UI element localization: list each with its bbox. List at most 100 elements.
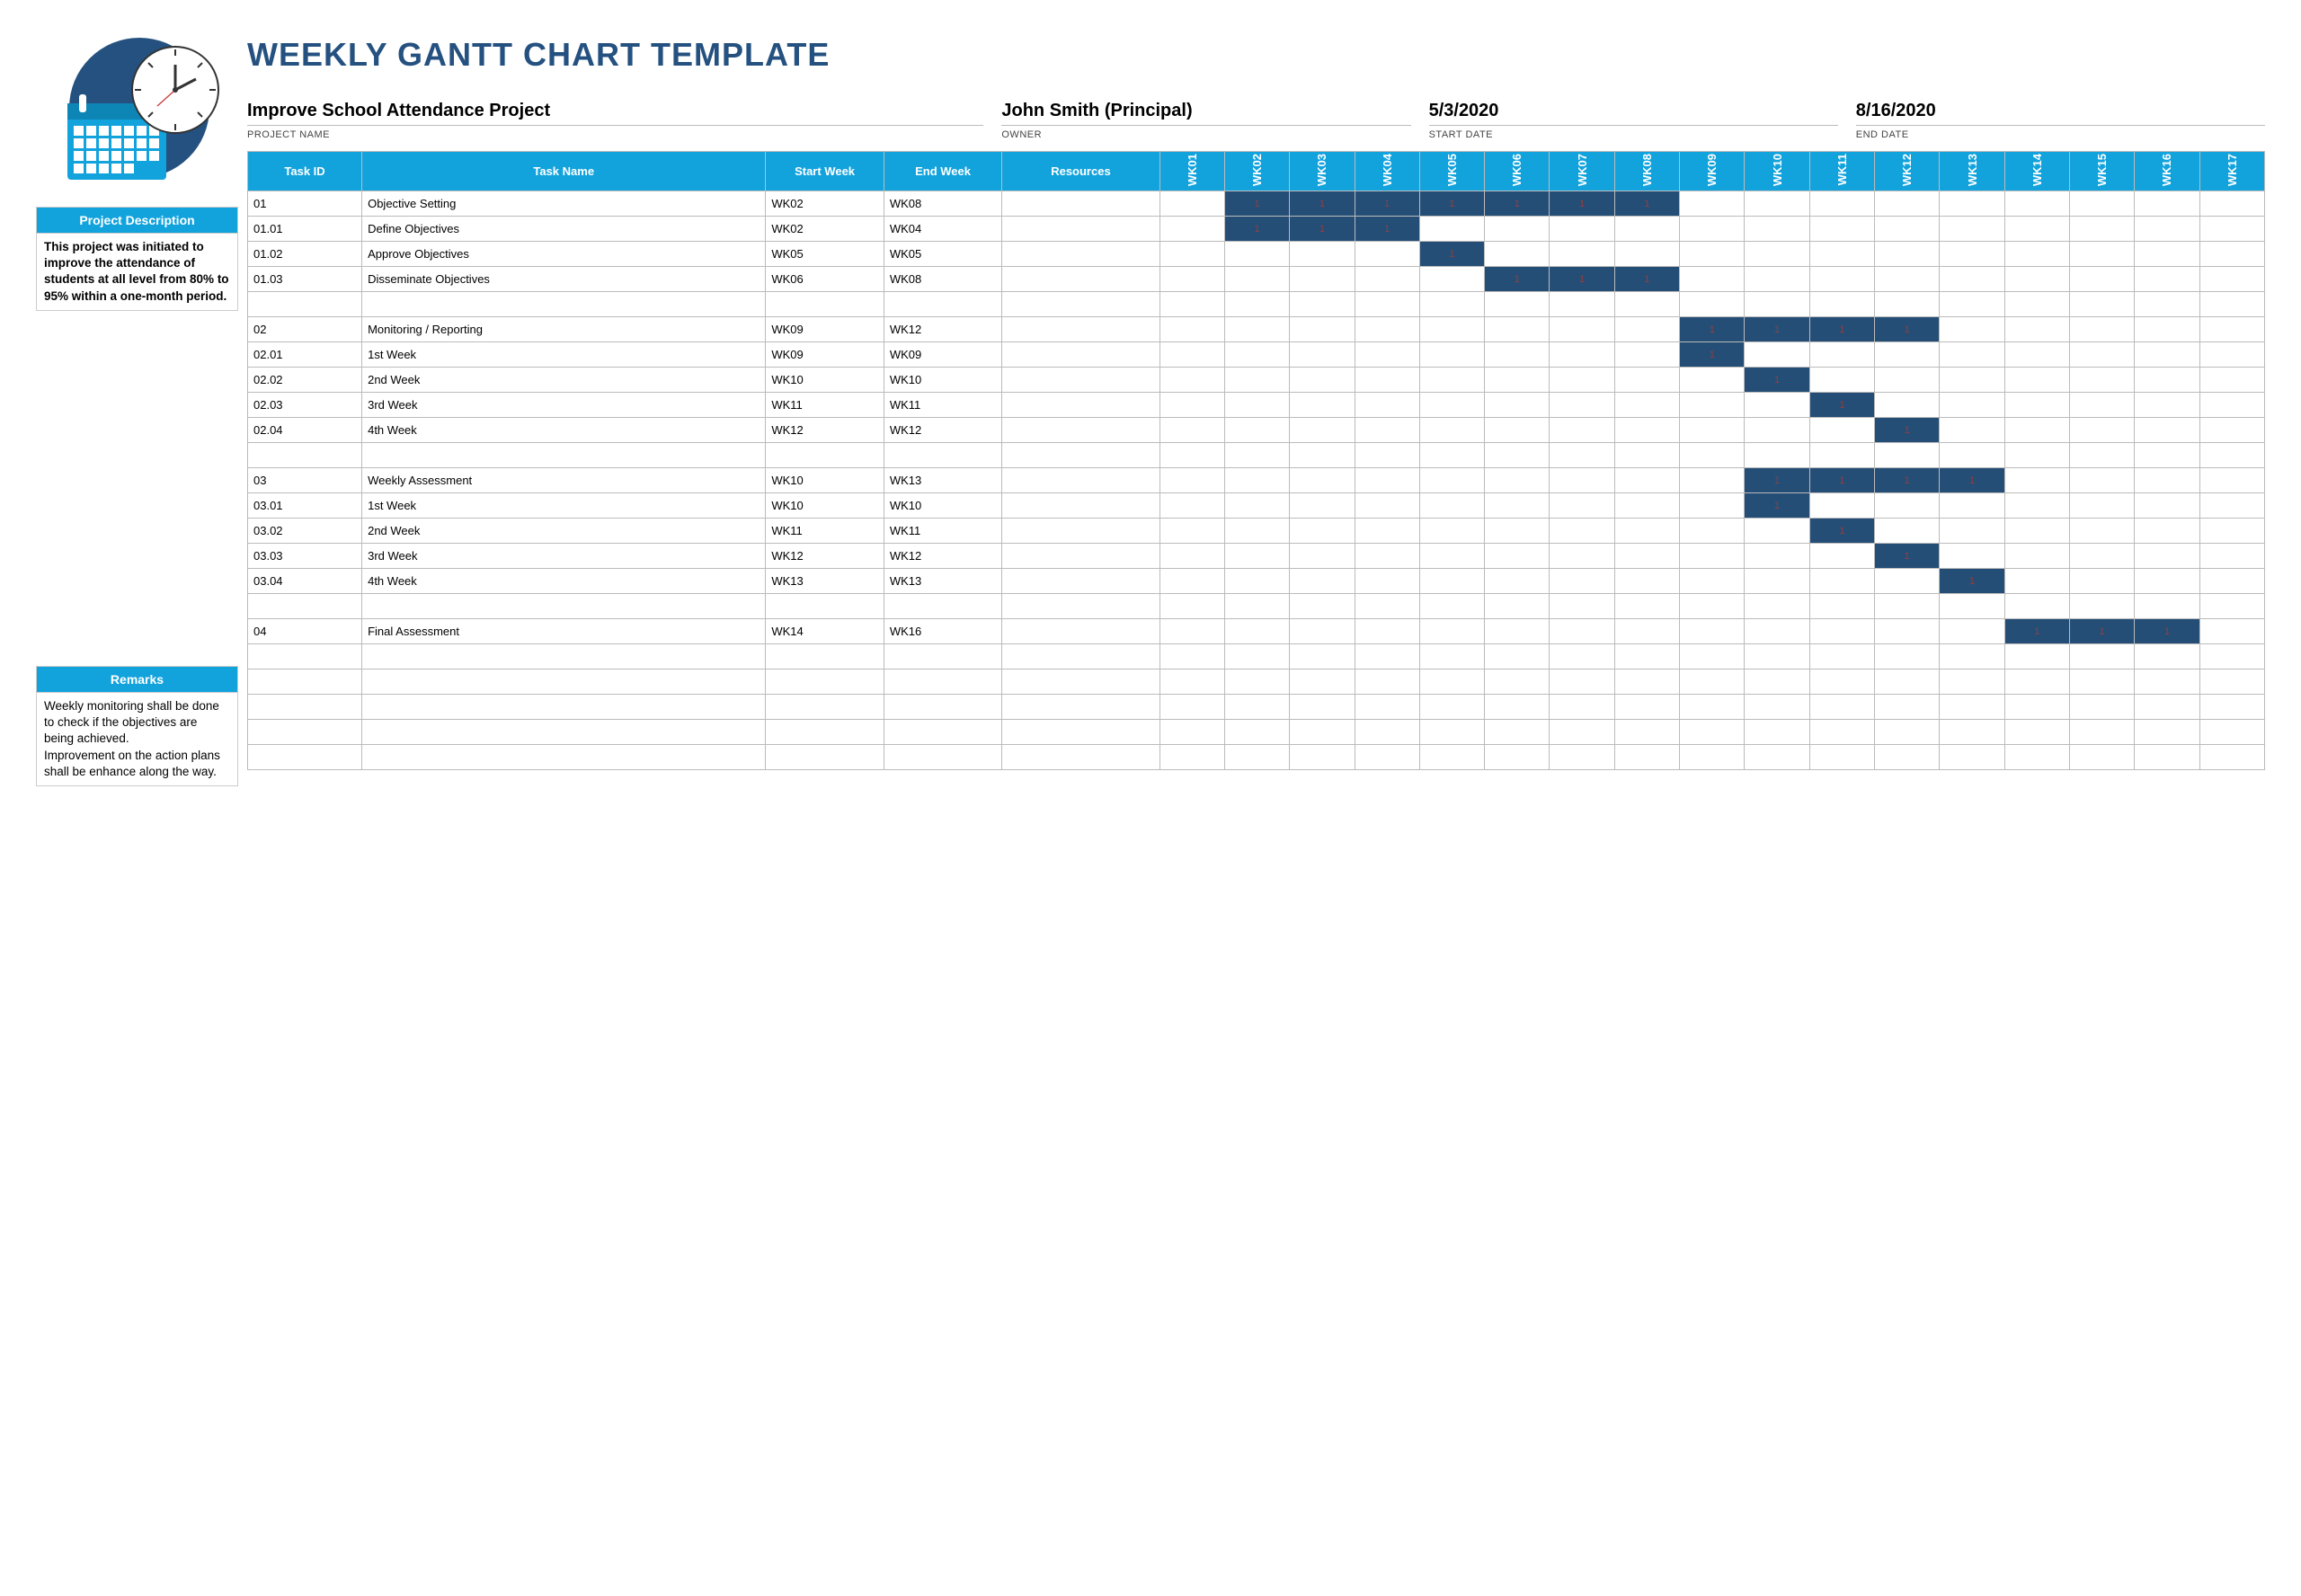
cell-end: WK11 xyxy=(884,519,1001,544)
gantt-cell xyxy=(1159,745,1224,770)
gantt-cell xyxy=(2004,669,2069,695)
gantt-cell xyxy=(1614,695,1679,720)
gantt-cell xyxy=(1809,443,1874,468)
gantt-cell xyxy=(2199,619,2264,644)
gantt-cell xyxy=(2069,443,2134,468)
gantt-cell xyxy=(1355,468,1419,493)
gantt-cell xyxy=(1940,242,2004,267)
cell-start: WK02 xyxy=(766,191,884,217)
gantt-cell xyxy=(1940,493,2004,519)
gantt-cell: 1 xyxy=(1940,468,2004,493)
gantt-cell xyxy=(2135,569,2199,594)
gantt-cell xyxy=(1485,720,1550,745)
gantt-cell xyxy=(1809,418,1874,443)
gantt-cell xyxy=(1680,267,1745,292)
cell-start: WK10 xyxy=(766,493,884,519)
gantt-cell xyxy=(1809,745,1874,770)
gantt-cell xyxy=(1224,418,1289,443)
cell-name xyxy=(362,594,766,619)
gantt-cell xyxy=(1159,594,1224,619)
gantt-cell xyxy=(1614,418,1679,443)
table-row: 03.022nd WeekWK11WK111 xyxy=(248,519,2265,544)
cell-resources xyxy=(1002,393,1159,418)
gantt-cell xyxy=(2135,644,2199,669)
gantt-cell: 1 xyxy=(1290,217,1355,242)
cell-start: WK02 xyxy=(766,217,884,242)
gantt-cell xyxy=(1224,292,1289,317)
cell-start xyxy=(766,292,884,317)
gantt-cell xyxy=(1290,720,1355,745)
gantt-cell xyxy=(2004,569,2069,594)
cell-start: WK05 xyxy=(766,242,884,267)
table-row: 02.011st WeekWK09WK091 xyxy=(248,342,2265,368)
gantt-cell xyxy=(1875,443,1940,468)
gantt-cell xyxy=(1680,468,1745,493)
cell-resources xyxy=(1002,342,1159,368)
cell-resources xyxy=(1002,468,1159,493)
gantt-cell: 1 xyxy=(1745,368,1809,393)
gantt-cell xyxy=(1680,191,1745,217)
gantt-cell xyxy=(1290,317,1355,342)
gantt-cell xyxy=(2069,242,2134,267)
cell-id: 02.03 xyxy=(248,393,362,418)
cell-id: 03.04 xyxy=(248,569,362,594)
cell-id: 04 xyxy=(248,619,362,644)
cell-name: Disseminate Objectives xyxy=(362,267,766,292)
gantt-cell xyxy=(1419,267,1484,292)
gantt-cell: 1 xyxy=(1680,317,1745,342)
gantt-cell xyxy=(1419,619,1484,644)
gantt-cell xyxy=(1809,544,1874,569)
gantt-cell xyxy=(2199,745,2264,770)
gantt-cell xyxy=(1614,669,1679,695)
gantt-cell xyxy=(1550,594,1614,619)
gantt-cell xyxy=(2004,468,2069,493)
gantt-cell xyxy=(1159,342,1224,368)
gantt-cell xyxy=(1159,644,1224,669)
gantt-cell xyxy=(2135,418,2199,443)
description-body: This project was initiated to improve th… xyxy=(36,234,238,311)
gantt-cell: 1 xyxy=(1419,191,1484,217)
gantt-cell xyxy=(2069,519,2134,544)
gantt-cell xyxy=(1355,644,1419,669)
gantt-cell xyxy=(1809,669,1874,695)
cell-name: Weekly Assessment xyxy=(362,468,766,493)
table-row: 03.011st WeekWK10WK101 xyxy=(248,493,2265,519)
gantt-cell xyxy=(1485,317,1550,342)
gantt-cell xyxy=(1875,745,1940,770)
col-week: WK07 xyxy=(1550,152,1614,191)
gantt-cell xyxy=(2135,242,2199,267)
gantt-cell xyxy=(1940,368,2004,393)
table-row: 02.044th WeekWK12WK121 xyxy=(248,418,2265,443)
cell-name: 2nd Week xyxy=(362,519,766,544)
gantt-cell xyxy=(1159,267,1224,292)
gantt-cell xyxy=(1290,493,1355,519)
gantt-cell xyxy=(1940,544,2004,569)
gantt-cell xyxy=(1355,720,1419,745)
gantt-cell xyxy=(1809,217,1874,242)
gantt-cell xyxy=(1159,569,1224,594)
cell-name: Monitoring / Reporting xyxy=(362,317,766,342)
cell-name xyxy=(362,292,766,317)
gantt-cell xyxy=(1550,292,1614,317)
table-row: 04Final AssessmentWK14WK16111 xyxy=(248,619,2265,644)
cell-start: WK09 xyxy=(766,342,884,368)
gantt-cell xyxy=(1550,644,1614,669)
gantt-cell xyxy=(2004,418,2069,443)
cell-end: WK12 xyxy=(884,418,1001,443)
logo-calendar-clock-icon xyxy=(36,36,225,189)
table-row: 01Objective SettingWK02WK081111111 xyxy=(248,191,2265,217)
cell-id: 01.02 xyxy=(248,242,362,267)
table-row xyxy=(248,669,2265,695)
cell-end xyxy=(884,720,1001,745)
gantt-cell xyxy=(1745,519,1809,544)
gantt-cell: 1 xyxy=(1745,317,1809,342)
gantt-cell xyxy=(1745,418,1809,443)
gantt-cell xyxy=(1745,191,1809,217)
remarks-header: Remarks xyxy=(36,666,238,693)
table-row: 02.022nd WeekWK10WK101 xyxy=(248,368,2265,393)
gantt-cell xyxy=(2135,669,2199,695)
gantt-cell xyxy=(1224,669,1289,695)
gantt-cell xyxy=(1159,695,1224,720)
cell-start: WK14 xyxy=(766,619,884,644)
start-date-value: 5/3/2020 xyxy=(1429,101,1838,126)
